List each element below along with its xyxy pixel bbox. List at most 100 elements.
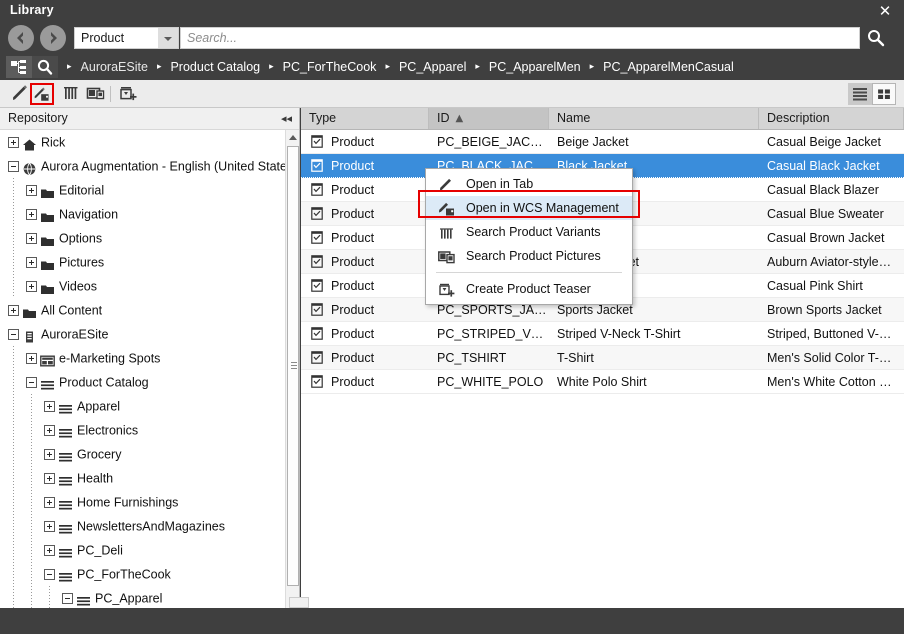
tree-node-editorial[interactable]: Editorial: [0, 178, 286, 202]
table-cell-name: Striped V-Neck T-Shirt: [557, 327, 681, 341]
open-in-wcs-management-button[interactable]: [30, 83, 54, 105]
context-menu[interactable]: Open in Tab Open in WCS Management Search …: [425, 168, 633, 305]
table-row[interactable]: Product PC_WHITE_POLO White Polo Shirt Men'…: [301, 370, 904, 394]
expand-icon[interactable]: [26, 233, 37, 245]
expand-icon[interactable]: [44, 473, 55, 485]
column-label: Name: [557, 111, 591, 125]
tree-node-apparel[interactable]: Apparel: [0, 394, 286, 418]
collapse-icon[interactable]: [62, 593, 73, 605]
type-label: Product: [331, 134, 375, 149]
tree-node-e-marketing-spots[interactable]: e-Marketing Spots: [0, 346, 286, 370]
table-row[interactable]: Product PC_BEIGE_JACKET Beige Jacket Casual…: [301, 130, 904, 154]
tree-view-toggle[interactable]: [6, 56, 32, 78]
breadcrumb-item-pc-apparel[interactable]: PC_Apparel: [395, 60, 470, 74]
tree-node-electronics[interactable]: Electronics: [0, 418, 286, 442]
catalog-icon: [59, 524, 72, 534]
breadcrumb-item-pc-forthecook[interactable]: PC_ForTheCook: [279, 60, 381, 74]
breadcrumb-item-auroraesite[interactable]: AuroraESite: [77, 60, 152, 74]
tree-node-label: Rick: [41, 135, 66, 150]
expand-icon[interactable]: [44, 449, 55, 461]
tree-node-pictures[interactable]: Pictures: [0, 250, 286, 274]
expand-icon[interactable]: [26, 209, 37, 221]
expand-icon[interactable]: [26, 353, 37, 365]
back-button[interactable]: [8, 25, 34, 51]
breadcrumb-item-pc-apparelmencasual[interactable]: PC_ApparelMenCasual: [599, 60, 738, 74]
context-menu-item-open-in-tab[interactable]: Open in Tab: [426, 172, 632, 196]
expand-icon[interactable]: [44, 425, 55, 437]
tree-node-product-catalog[interactable]: Product Catalog: [0, 370, 286, 394]
expand-icon[interactable]: [26, 257, 37, 269]
table-row[interactable]: Product PC_STRIPED_VNECK… Striped V-Neck T…: [301, 322, 904, 346]
expand-icon[interactable]: [26, 185, 37, 197]
create-product-teaser-button[interactable]: [116, 83, 140, 105]
collapse-icon[interactable]: [26, 377, 37, 389]
tree-node-grocery[interactable]: Grocery: [0, 442, 286, 466]
view-mode-group: [848, 83, 896, 105]
tree-node-options[interactable]: Options: [0, 226, 286, 250]
collapse-icon[interactable]: [44, 569, 55, 581]
expand-icon[interactable]: [44, 497, 55, 509]
tree-node-all-content[interactable]: All Content: [0, 298, 286, 322]
tree-node-health[interactable]: Health: [0, 466, 286, 490]
breadcrumb-item-product-catalog[interactable]: Product Catalog: [166, 60, 264, 74]
context-menu-item-search-product-variants[interactable]: Search Product Variants: [426, 220, 632, 244]
table-column-header-description[interactable]: Description: [759, 108, 904, 129]
collapse-icon[interactable]: [8, 329, 19, 341]
edit-pencil-button[interactable]: [8, 83, 32, 105]
window-title: Library: [10, 3, 54, 17]
table-column-header-type[interactable]: Type: [301, 108, 429, 129]
expand-icon[interactable]: [26, 281, 37, 293]
table-column-header-name[interactable]: Name: [549, 108, 759, 129]
expand-icon[interactable]: [8, 137, 19, 149]
tree-node-pc-forthecook[interactable]: PC_ForTheCook: [0, 562, 286, 586]
table-cell-description: Men's White Cotton …: [767, 375, 892, 389]
tree-guide-line: [13, 274, 14, 298]
expand-icon[interactable]: [44, 401, 55, 413]
tree-node-home-furnishings[interactable]: Home Furnishings: [0, 490, 286, 514]
tree-node-label: NewslettersAndMagazines: [77, 519, 225, 534]
repository-tree[interactable]: Rick Aurora Augmentation - English (Unite…: [0, 130, 286, 608]
tree-node-auroraesite[interactable]: AuroraESite: [0, 322, 286, 346]
horizontal-scroll-corner[interactable]: [289, 597, 309, 608]
tree-node-videos[interactable]: Videos: [0, 274, 286, 298]
forward-button[interactable]: [40, 25, 66, 51]
search-scope-dropdown[interactable]: Product: [74, 27, 179, 49]
table-cell-id: PC_WHITE_POLO: [437, 375, 544, 389]
collapse-icon[interactable]: [8, 161, 19, 173]
expand-icon[interactable]: [44, 545, 55, 557]
tree-node-newslettersandmagazines[interactable]: NewslettersAndMagazines: [0, 514, 286, 538]
tree-scrollbar[interactable]: [285, 130, 299, 608]
close-icon[interactable]: ✕: [872, 1, 898, 21]
table-cell-type: Product: [301, 154, 429, 177]
list-view-button[interactable]: [848, 83, 872, 105]
grid-view-button[interactable]: [872, 83, 896, 105]
tree-node-pc-deli[interactable]: PC_Deli: [0, 538, 286, 562]
tree-node-pc-apparel[interactable]: PC_Apparel: [0, 586, 286, 608]
tree-node-rick[interactable]: Rick: [0, 130, 286, 154]
table-row[interactable]: Product PC_TSHIRT T-Shirt Men's Solid Color…: [301, 346, 904, 370]
context-menu-item-search-product-pictures[interactable]: Search Product Pictures: [426, 244, 632, 268]
context-menu-item-label: Create Product Teaser: [466, 282, 591, 296]
search-input[interactable]: Search...: [180, 27, 860, 49]
scroll-up-icon[interactable]: [286, 130, 299, 145]
table-column-header-id[interactable]: ID ▲: [429, 108, 549, 129]
context-menu-item-open-in-wcs-management[interactable]: Open in WCS Management: [426, 196, 632, 220]
product-icon: [311, 279, 323, 292]
search-product-variants-button[interactable]: [60, 83, 84, 105]
folder-icon: [40, 232, 55, 246]
tree-node-aurora-augmentation-english-united-states[interactable]: Aurora Augmentation - English (United St…: [0, 154, 286, 178]
scrollbar-thumb[interactable]: [287, 146, 299, 586]
search-product-pictures-button[interactable]: [84, 83, 108, 105]
chevron-down-icon[interactable]: [158, 28, 178, 48]
context-menu-item-create-product-teaser[interactable]: Create Product Teaser: [426, 277, 632, 301]
expand-icon[interactable]: [44, 521, 55, 533]
repository-title: Repository: [8, 111, 68, 125]
product-icon: [311, 327, 323, 340]
tree-node-navigation[interactable]: Navigation: [0, 202, 286, 226]
expand-icon[interactable]: [8, 305, 19, 317]
search-submit-button[interactable]: [862, 26, 890, 50]
search-view-toggle[interactable]: [32, 56, 58, 78]
breadcrumb-item-pc-apparelmen[interactable]: PC_ApparelMen: [485, 60, 585, 74]
collapse-left-icon[interactable]: ◂◂: [281, 112, 292, 125]
breadcrumb-separator: ▸: [475, 62, 480, 72]
